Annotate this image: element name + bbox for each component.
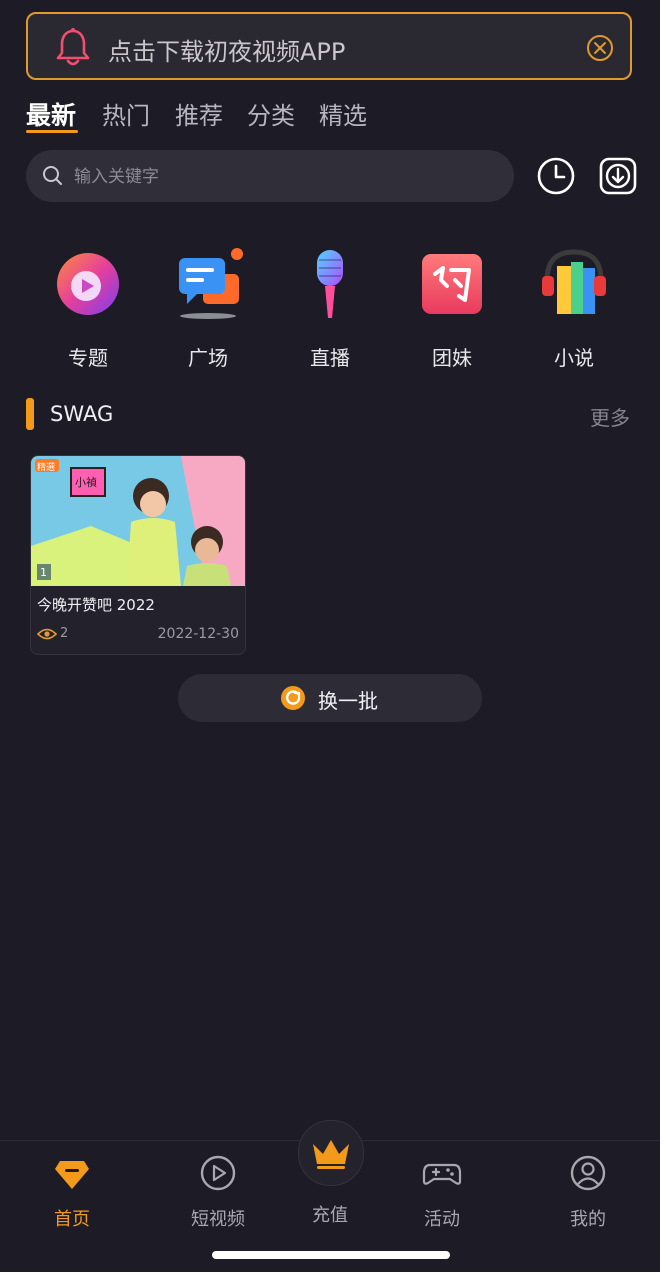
banner-text: 点击下载初夜视频APP [108, 38, 346, 66]
app-screen: 点击下载初夜视频APP 最新 热门 推荐 分类 精选 输入关键字 专题 广场 直… [0, 0, 660, 1272]
books-icon [542, 249, 606, 314]
crown-icon [313, 1140, 349, 1169]
nav-label: 活动 [424, 1209, 460, 1230]
search-input[interactable] [72, 160, 496, 194]
category-topic[interactable]: 专题 [38, 246, 138, 371]
home-indicator [212, 1251, 450, 1259]
view-count-value: 2 [60, 626, 69, 641]
video-badge: 精選 [37, 463, 56, 473]
refresh-batch-button[interactable]: 换一批 [178, 674, 482, 722]
category-label: 广场 [188, 346, 228, 370]
category-label: 直播 [310, 346, 350, 370]
user-icon [570, 1155, 606, 1191]
eye-icon [37, 628, 57, 639]
nav-label: 我的 [570, 1209, 606, 1230]
nav-short-video[interactable]: 短视频 [168, 1153, 268, 1231]
nav-label: 首页 [54, 1209, 90, 1230]
play-circle-icon [200, 1155, 236, 1191]
topic-icon [57, 253, 119, 315]
tab-latest[interactable]: 最新 [26, 96, 76, 132]
category-label: 小说 [554, 346, 594, 370]
category-live[interactable]: 直播 [280, 246, 380, 371]
video-index: 1 [40, 566, 47, 579]
tab-hot[interactable]: 热门 [102, 96, 150, 131]
tab-featured[interactable]: 精选 [319, 96, 367, 131]
thumbnail-sign-text: 小禎 [75, 476, 97, 489]
refresh-icon [281, 686, 305, 710]
category-label: 专题 [68, 346, 108, 370]
category-label: 团妹 [432, 346, 472, 370]
download-app-banner[interactable]: 点击下载初夜视频APP [26, 12, 632, 80]
nav-profile[interactable]: 我的 [538, 1153, 638, 1231]
microphone-icon [317, 250, 343, 318]
category-novel[interactable]: 小说 [524, 246, 624, 371]
video-card[interactable]: 精選 小禎 1 今晚开赞吧 2022 2 2022-12-30 [30, 455, 246, 655]
category-square[interactable]: 广场 [158, 246, 258, 371]
video-date: 2022-12-30 [157, 626, 239, 642]
category-girls[interactable]: 团妹 [402, 246, 502, 371]
tab-recommend[interactable]: 推荐 [175, 96, 223, 131]
nav-label: 短视频 [191, 1209, 245, 1230]
video-thumbnail [31, 456, 245, 586]
video-title: 今晚开赞吧 2022 [37, 596, 155, 614]
active-tab-indicator [26, 130, 78, 133]
bell-icon [56, 28, 90, 66]
tab-category[interactable]: 分类 [247, 96, 295, 131]
chat-square-icon [179, 248, 243, 319]
recharge-crown-button[interactable] [298, 1120, 364, 1186]
nav-label: 充值 [312, 1205, 348, 1226]
download-icon[interactable] [598, 156, 638, 196]
view-count: 2 [37, 626, 68, 641]
close-circle-icon[interactable] [586, 34, 614, 62]
home-diamond-icon [55, 1161, 89, 1189]
search-icon [43, 166, 62, 185]
nav-recharge[interactable]: 充值 [280, 1201, 380, 1227]
more-link[interactable]: 更多 [590, 402, 630, 431]
clock-icon[interactable] [536, 156, 576, 196]
gamepad-icon [422, 1163, 462, 1185]
section-title: SWAG [50, 402, 114, 426]
refresh-label: 换一批 [318, 689, 378, 713]
search-bar[interactable] [26, 150, 514, 202]
nav-activity[interactable]: 活动 [392, 1153, 492, 1231]
nav-home[interactable]: 首页 [22, 1153, 122, 1231]
date-badge-icon [422, 254, 482, 314]
section-accent-bar [26, 398, 34, 430]
